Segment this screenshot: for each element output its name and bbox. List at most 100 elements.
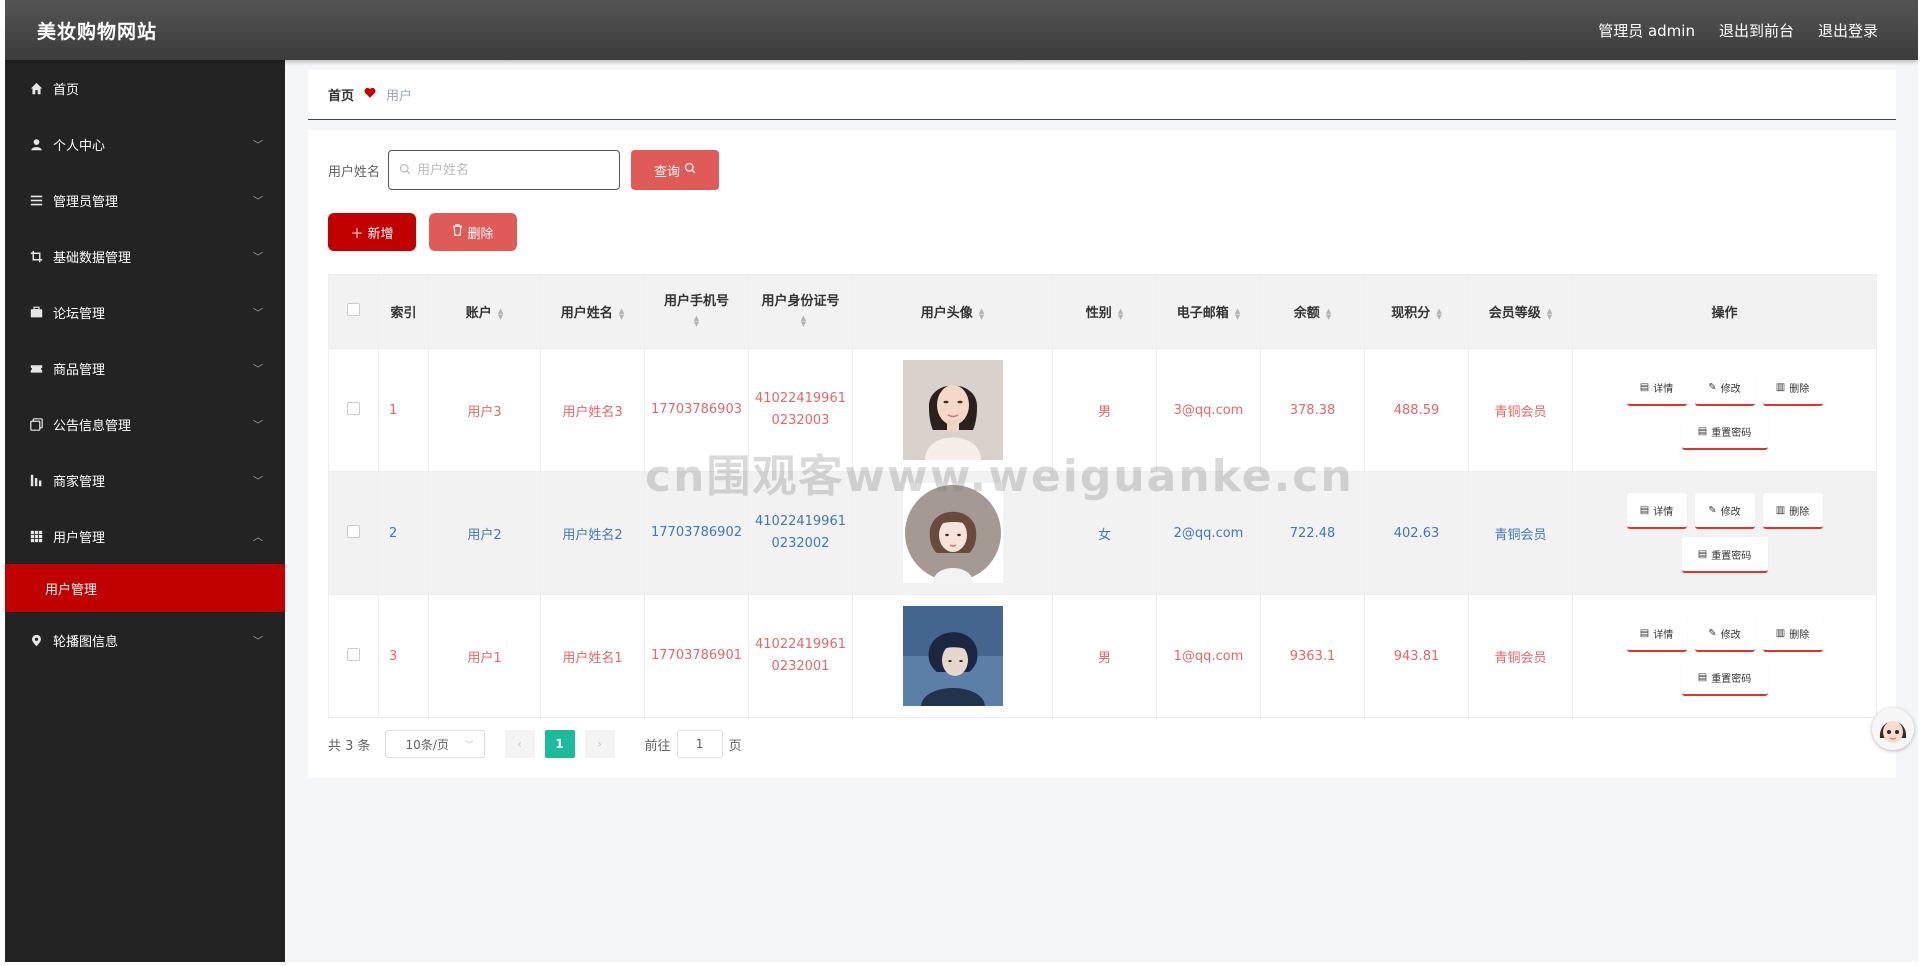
sidebar-item-admins[interactable]: 管理员管理 ﹀ — [5, 172, 285, 228]
next-page-button[interactable]: › — [584, 730, 615, 758]
delete-button[interactable]: ▥ 删除 — [1762, 616, 1823, 652]
breadcrumb: 首页 用户 — [308, 70, 1896, 120]
sort-icon[interactable]: ▲ ▼ — [1436, 307, 1441, 320]
trash-icon: ▥ — [1775, 504, 1786, 516]
cell-level: 青铜会员 — [1468, 594, 1573, 718]
reset-password-button[interactable]: ▤ 重置密码 — [1681, 660, 1768, 696]
header-name[interactable]: 用户姓名 ▲ ▼ — [540, 274, 645, 349]
header-level[interactable]: 会员等级 ▲ ▼ — [1468, 274, 1573, 349]
sort-icon[interactable]: ▲ ▼ — [801, 315, 806, 328]
table-row: 3 用户1 用户姓名1 17703786901 4102241996102320… — [328, 594, 1877, 718]
sort-icon[interactable]: ▲ ▼ — [1118, 307, 1123, 320]
page-number-current[interactable]: 1 — [544, 730, 575, 758]
row-select[interactable] — [328, 471, 379, 595]
sort-icon[interactable]: ▲ ▼ — [694, 315, 699, 328]
sidebar-item-users[interactable]: 用户管理 ︿ — [5, 508, 285, 564]
idcard-text: 410224199610232001 — [755, 637, 846, 674]
top-header: 美妆购物网站 管理员 admin 退出到前台 退出登录 — [5, 0, 1918, 60]
checkbox[interactable] — [347, 647, 360, 661]
checkbox[interactable] — [347, 303, 360, 316]
chevron-up-icon: ︿ — [253, 532, 263, 544]
front-link[interactable]: 退出到前台 — [1719, 20, 1794, 41]
add-button[interactable]: ＋ 新增 — [328, 213, 416, 251]
search-input[interactable] — [417, 162, 598, 178]
trash-icon: ▥ — [1775, 381, 1786, 393]
sidebar-item-label: 轮播图信息 — [53, 634, 119, 650]
doc-icon: ▤ — [1697, 425, 1708, 437]
sidebar-item-carousel[interactable]: 轮播图信息 ﹀ — [5, 612, 285, 668]
delete-button[interactable]: ▥ 删除 — [1762, 493, 1823, 529]
sort-icon[interactable]: ▲ ▼ — [1326, 307, 1331, 320]
reset-password-button[interactable]: ▤ 重置密码 — [1681, 414, 1768, 450]
sidebar-subitem-user-management[interactable]: 用户管理 — [5, 564, 285, 612]
header-email[interactable]: 电子邮箱 ▲ ▼ — [1156, 274, 1261, 349]
home-icon — [29, 81, 43, 95]
heart-icon — [364, 87, 376, 102]
sort-icon[interactable]: ▲ ▼ — [1547, 307, 1552, 320]
sidebar-item-label: 用户管理 — [53, 530, 106, 546]
header-phone[interactable]: 用户手机号 ▲ ▼ — [644, 274, 749, 349]
cell-ops: ▤ 详情 ✎ 修改 ▥ 删除 ▤ 重置密码 — [1572, 348, 1877, 472]
detail-button[interactable]: ▤ 详情 — [1626, 616, 1687, 652]
sidebar-item-notice[interactable]: 公告信息管理 ﹀ — [5, 396, 285, 452]
chevron-down-icon: ﹀ — [253, 364, 263, 376]
header-gender[interactable]: 性别 ▲ ▼ — [1052, 274, 1157, 349]
sort-icon[interactable]: ▲ ▼ — [979, 307, 984, 320]
header-account[interactable]: 账户 ▲ ▼ — [428, 274, 541, 349]
chevron-right-icon: › — [597, 737, 602, 751]
sidebar-item-label: 商家管理 — [53, 474, 106, 490]
user-icon — [29, 137, 43, 151]
header-points[interactable]: 现积分 ▲ ▼ — [1364, 274, 1469, 349]
header-balance[interactable]: 余额 ▲ ▼ — [1260, 274, 1365, 349]
detail-button[interactable]: ▤ 详情 — [1626, 370, 1687, 406]
query-button[interactable]: 查询 — [631, 150, 720, 190]
goto-page-input[interactable] — [676, 730, 723, 758]
header-idcard[interactable]: 用户身份证号 ▲ ▼ — [748, 274, 853, 349]
sort-icon[interactable]: ▲ ▼ — [619, 307, 624, 320]
chevron-down-icon: ﹀ — [253, 308, 263, 320]
crop-icon — [29, 249, 43, 263]
reset-password-button[interactable]: ▤ 重置密码 — [1681, 537, 1768, 573]
sort-icon[interactable]: ▲ ▼ — [498, 307, 503, 320]
cell-points: 943.81 — [1364, 594, 1469, 718]
row-select[interactable] — [328, 348, 379, 472]
page-size-value: 10条/页 — [405, 737, 449, 752]
checkbox[interactable] — [347, 524, 360, 538]
doc-icon: ▤ — [1639, 381, 1650, 393]
logout-link[interactable]: 退出登录 — [1818, 20, 1878, 41]
sidebar-item-merchant[interactable]: 商家管理 ﹀ — [5, 452, 285, 508]
cell-email: 1@qq.com — [1156, 594, 1261, 718]
delete-button[interactable]: ▥ 删除 — [1762, 370, 1823, 406]
detail-button[interactable]: ▤ 详情 — [1626, 493, 1687, 529]
row-select[interactable] — [328, 594, 379, 718]
sidebar-item-home[interactable]: 首页 — [5, 60, 285, 116]
cell-phone: 17703786903 — [644, 348, 749, 472]
page-size-select[interactable]: 10条/页 ﹀ — [384, 730, 485, 758]
header-select-all[interactable] — [328, 274, 379, 349]
header-avatar[interactable]: 用户头像 ▲ ▼ — [852, 274, 1053, 349]
prev-page-button[interactable]: ‹ — [504, 730, 535, 758]
add-button-label: 新增 — [367, 226, 394, 242]
breadcrumb-current: 用户 — [386, 89, 413, 104]
sidebar-item-forum[interactable]: 论坛管理 ﹀ — [5, 284, 285, 340]
assistant-avatar-icon[interactable] — [1872, 708, 1914, 750]
breadcrumb-home[interactable]: 首页 — [328, 85, 354, 104]
avatar-girl-illustration[interactable] — [902, 483, 1003, 583]
sidebar-item-basedata[interactable]: 基础数据管理 ﹀ — [5, 228, 285, 284]
location-icon — [29, 633, 43, 647]
edit-button[interactable]: ✎ 修改 — [1694, 616, 1755, 652]
sidebar-item-goods[interactable]: 商品管理 ﹀ — [5, 340, 285, 396]
batch-delete-button[interactable]: 删除 — [429, 213, 517, 251]
sidebar-item-label: 基础数据管理 — [53, 250, 132, 266]
cell-idcard: 410224199610232001 — [748, 594, 853, 718]
avatar-woman-photo[interactable] — [902, 360, 1003, 460]
search-icon — [399, 163, 411, 178]
edit-button[interactable]: ✎ 修改 — [1694, 370, 1755, 406]
search-label: 用户姓名 — [328, 164, 381, 180]
sidebar-item-personal[interactable]: 个人中心 ﹀ — [5, 116, 285, 172]
edit-button[interactable]: ✎ 修改 — [1694, 493, 1755, 529]
avatar-boy-illustration[interactable] — [902, 606, 1003, 706]
checkbox[interactable] — [347, 401, 360, 415]
pencil-icon: ✎ — [1708, 381, 1717, 393]
sort-icon[interactable]: ▲ ▼ — [1235, 307, 1240, 320]
